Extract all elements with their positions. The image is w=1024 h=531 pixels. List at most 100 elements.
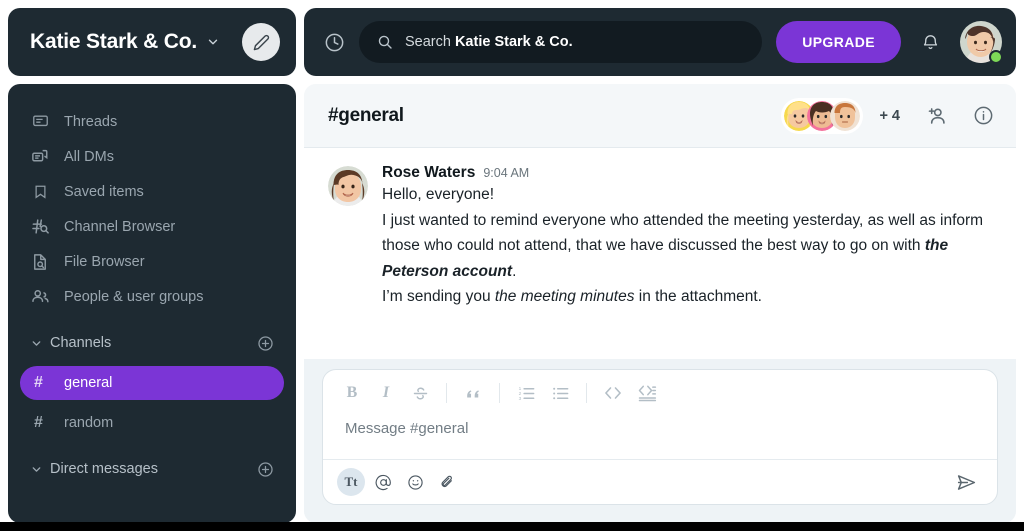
channel-item-general[interactable]: # general [20, 366, 284, 400]
message-line-2-tail: . [512, 262, 517, 280]
search-label: Search [405, 34, 451, 50]
toolbar-divider [446, 383, 447, 403]
channel-name: general [64, 375, 113, 391]
toolbar-divider [499, 383, 500, 403]
sidebar-item-channel-browser[interactable]: Channel Browser [20, 209, 284, 244]
emoji-button[interactable] [401, 468, 429, 496]
toolbar-divider [586, 383, 587, 403]
formatting-toolbar: B I 123 [323, 370, 997, 414]
sidebar-item-all-dms[interactable]: All DMs [20, 139, 284, 174]
avatar [328, 166, 368, 206]
member-overflow-count: + 4 [879, 107, 900, 124]
right-column: Search Katie Stark & Co. UPGRADE #genera… [304, 8, 1016, 523]
section-header-direct-messages[interactable]: Direct messages [20, 452, 284, 486]
channel-header: #general + 4 [304, 84, 1016, 148]
text-format-button[interactable]: Tt [337, 468, 365, 496]
ordered-list-button[interactable]: 123 [511, 379, 541, 407]
sidebar-item-file-browser[interactable]: File Browser [20, 244, 284, 279]
edit-workspace-button[interactable] [242, 23, 280, 61]
sidebar-label: Channel Browser [64, 218, 176, 235]
italic-button[interactable]: I [371, 379, 401, 407]
message-line-3-tail: in the attachment. [634, 288, 762, 305]
bold-button[interactable]: B [337, 379, 367, 407]
message-list: Rose Waters 9:04 AM Hello, everyone! I j… [304, 148, 1016, 359]
hash-icon: # [34, 414, 43, 431]
svg-text:2: 2 [518, 390, 521, 396]
code-button[interactable] [598, 379, 628, 407]
member-avatar-3 [830, 100, 861, 131]
content-area: #general + 4 Rose Waters 9:04 AM Hello, … [304, 84, 1016, 523]
pencil-icon [253, 34, 270, 51]
message-meta: Rose Waters 9:04 AM [382, 164, 992, 182]
chevron-down-icon[interactable] [206, 35, 220, 49]
user-avatar[interactable] [960, 21, 1003, 64]
svg-text:1: 1 [518, 386, 521, 392]
info-icon[interactable] [973, 105, 994, 126]
clock-icon[interactable] [324, 32, 345, 53]
online-status-dot [989, 50, 1003, 64]
search-input[interactable]: Search Katie Stark & Co. [359, 21, 763, 63]
search-text: Search Katie Stark & Co. [405, 34, 573, 50]
message-body: Rose Waters 9:04 AM Hello, everyone! I j… [382, 164, 992, 310]
sidebar-label: People & user groups [64, 288, 204, 305]
message-line-3-text: I’m sending you [382, 288, 495, 305]
people-icon [30, 287, 50, 307]
window-bottom-edge [0, 522, 1024, 531]
hash-icon: # [34, 374, 43, 391]
file-search-icon [30, 252, 50, 272]
page-title: #general [328, 104, 404, 126]
slack-like-app: Katie Stark & Co. Threads All DMs Saved … [0, 0, 1024, 531]
channel-item-random[interactable]: # random [20, 406, 284, 440]
message-line-3-italic: the meeting minutes [494, 288, 635, 305]
sidebar-item-saved-items[interactable]: Saved items [20, 174, 284, 209]
sidebar-label: All DMs [64, 148, 114, 165]
send-icon[interactable] [956, 472, 983, 493]
threads-icon [30, 112, 50, 132]
svg-text:3: 3 [518, 395, 521, 401]
chevron-down-icon [30, 337, 43, 350]
sidebar-item-people-user-groups[interactable]: People & user groups [20, 279, 284, 314]
message-line-2-text: I just wanted to remind everyone who att… [382, 211, 984, 255]
search-icon [377, 34, 393, 50]
workspace-name: Katie Stark & Co. [30, 30, 197, 53]
sidebar-label: File Browser [64, 253, 145, 270]
member-facepile[interactable] [781, 97, 864, 134]
sidebar: Threads All DMs Saved items Channel Brow… [8, 84, 296, 523]
add-direct-message-button[interactable] [257, 461, 274, 478]
chevron-down-icon [30, 463, 43, 476]
message-line-3: I’m sending you the meeting minutes in t… [382, 284, 992, 310]
message-line-2: I just wanted to remind everyone who att… [382, 208, 992, 285]
message-input[interactable]: Message #general [323, 414, 997, 459]
composer-area: B I 123 Message #general Tt [304, 359, 1016, 523]
message-line-1: Hello, everyone! [382, 186, 495, 203]
bell-icon[interactable] [921, 33, 940, 52]
message-item: Rose Waters 9:04 AM Hello, everyone! I j… [328, 164, 992, 310]
sidebar-item-threads[interactable]: Threads [20, 104, 284, 139]
mention-button[interactable] [369, 468, 397, 496]
composer-footer: Tt [323, 459, 997, 504]
sidebar-label: Threads [64, 113, 118, 130]
section-title: Direct messages [50, 461, 158, 477]
message-timestamp: 9:04 AM [483, 166, 530, 180]
code-block-button[interactable] [632, 379, 662, 407]
text-format-label: Tt [344, 474, 358, 489]
channel-name: random [64, 415, 114, 431]
blockquote-button[interactable] [458, 379, 488, 407]
sidebar-label: Saved items [64, 183, 144, 200]
add-person-icon[interactable] [926, 105, 947, 126]
add-channel-button[interactable] [257, 335, 274, 352]
section-title: Channels [50, 335, 112, 351]
workspace-header[interactable]: Katie Stark & Co. [8, 8, 296, 76]
upgrade-button[interactable]: UPGRADE [776, 21, 901, 63]
bulleted-list-button[interactable] [545, 379, 575, 407]
all-dms-icon [30, 147, 50, 167]
bookmark-icon [30, 182, 50, 202]
attachment-button[interactable] [433, 468, 461, 496]
message-author: Rose Waters [382, 164, 476, 181]
section-header-channels[interactable]: Channels [20, 326, 284, 360]
message-composer: B I 123 Message #general Tt [322, 369, 998, 505]
left-column: Katie Stark & Co. Threads All DMs Saved … [8, 8, 296, 523]
top-bar: Search Katie Stark & Co. UPGRADE [304, 8, 1016, 76]
channel-search-icon [30, 217, 50, 237]
strikethrough-button[interactable] [405, 379, 435, 407]
